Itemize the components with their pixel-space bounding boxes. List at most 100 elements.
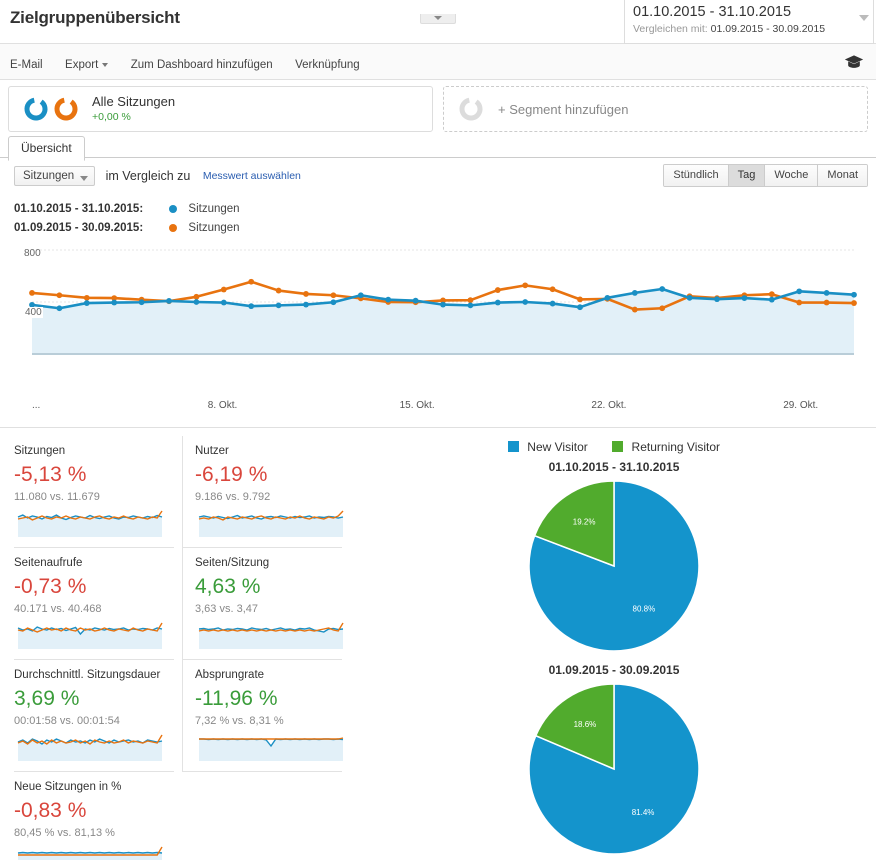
main-chart-svg <box>29 249 857 355</box>
metric-card-value: -0,83 % <box>14 799 87 822</box>
metric-card-comparison: 7,32 % vs. 8,31 % <box>195 715 284 727</box>
pie-title-current: 01.10.2015 - 31.10.2015 <box>548 460 680 474</box>
svg-text:81.4%: 81.4% <box>632 808 655 817</box>
graduation-cap-icon[interactable] <box>844 54 864 70</box>
metric-card-comparison: 80,45 % vs. 81,13 % <box>14 827 115 839</box>
legend-swatch-blue <box>507 441 519 452</box>
x-axis-tick-label: 22. Okt. <box>591 400 627 411</box>
legend-row-current: 01.10.2015 - 31.10.2015: Sitzungen <box>14 200 876 219</box>
metric-card-comparison: 40.171 vs. 40.468 <box>14 603 102 615</box>
pie-chart-current[interactable]: 80.8% 19.2% <box>352 476 876 661</box>
segment-all-sessions[interactable]: Alle Sitzungen +0,00 % <box>8 86 433 132</box>
section-divider <box>0 427 876 428</box>
metric-sparkline <box>17 622 163 649</box>
metric-sparkline <box>17 734 163 761</box>
metric-card[interactable]: Seitenaufrufe -0,73 % 40.171 vs. 40.468 <box>14 548 182 660</box>
select-metric-link[interactable]: Messwert auswählen <box>203 170 301 182</box>
segment-text: Alle Sitzungen +0,00 % <box>92 94 175 124</box>
action-toolbar: E-Mail Export Zum Dashboard hinzufügen V… <box>0 44 876 80</box>
legend-row-previous: 01.09.2015 - 30.09.2015: Sitzungen <box>14 219 876 238</box>
metric-card[interactable]: Neue Sitzungen in % -0,83 % 80,45 % vs. 81… <box>14 772 182 860</box>
shortcut-button[interactable]: Verknüpfung <box>295 59 360 71</box>
granularity-week[interactable]: Woche <box>765 165 819 186</box>
metric-card-title: Durchschnittl. Sitzungsdauer <box>14 669 161 681</box>
date-range-primary: 01.10.2015 - 31.10.2015 <box>633 4 792 20</box>
x-axis-tick-label: 15. Okt. <box>399 400 435 411</box>
svg-text:19.2%: 19.2% <box>573 518 596 527</box>
add-segment-button[interactable]: + Segment hinzufügen <box>443 86 868 132</box>
legend-metric-previous: Sitzungen <box>188 222 240 234</box>
legend-dot-blue <box>169 204 178 213</box>
metric-select[interactable]: Sitzungen <box>14 166 96 186</box>
metric-card[interactable]: Sitzungen -5,13 % 11.080 vs. 11.679 <box>14 436 182 548</box>
metric-card-value: -0,73 % <box>14 575 87 598</box>
main-line-chart[interactable]: 800 400 <box>10 244 866 399</box>
pie-legend-returning-visitor: Returning Visitor <box>612 440 720 454</box>
page-title: Zielgruppenübersicht <box>10 8 180 27</box>
donut-orange-icon <box>54 97 78 121</box>
segment-donut-icons <box>23 96 79 122</box>
x-axis-tick-label: ... <box>32 400 41 411</box>
visitor-type-column: New Visitor Returning Visitor 01.10.2015… <box>352 436 876 860</box>
segment-name: Alle Sitzungen <box>92 94 176 109</box>
metric-card[interactable]: Durchschnittl. Sitzungsdauer 3,69 % 00:01:… <box>14 660 182 772</box>
granularity-day[interactable]: Tag <box>728 165 766 186</box>
metric-card-title: Seiten/Sitzung <box>195 557 270 569</box>
segment-percentage: +0,00 % <box>92 111 131 123</box>
metric-card-comparison: 9.186 vs. 9.792 <box>195 491 271 503</box>
granularity-button-group: Stündlich Tag Woche Monat <box>663 164 868 187</box>
pie-svg-current: 80.8% 19.2% <box>528 480 700 652</box>
chevron-down-icon <box>102 62 109 67</box>
y-axis-label-400: 400 <box>24 307 43 318</box>
date-range-comparison-prefix: Vergleichen mit: <box>633 23 708 35</box>
metric-card-title: Neue Sitzungen in % <box>14 781 122 793</box>
add-to-dashboard-button[interactable]: Zum Dashboard hinzufügen <box>131 59 273 71</box>
chart-controls: Sitzungen im Vergleich zu Messwert auswä… <box>0 158 876 196</box>
metric-card-comparison: 3,63 vs. 3,47 <box>195 603 258 615</box>
add-segment-label: + Segment hinzufügen <box>498 101 629 117</box>
pie-legend-new-visitor: New Visitor <box>507 440 588 454</box>
pie-svg-previous: 81.4% 18.6% <box>528 683 700 855</box>
legend-swatch-green <box>612 441 624 452</box>
metric-sparkline <box>17 510 163 537</box>
donut-placeholder-icon <box>459 97 483 121</box>
date-range-selector[interactable]: 01.10.2015 - 31.10.2015 Vergleichen mit:… <box>624 0 874 44</box>
pie-legend-label-returning: Returning Visitor <box>631 440 721 454</box>
granularity-hourly[interactable]: Stündlich <box>664 165 729 186</box>
metric-card-title: Absprungrate <box>195 669 265 681</box>
chevron-down-icon[interactable] <box>859 15 869 21</box>
metric-card-value: -11,96 % <box>195 687 278 710</box>
email-button[interactable]: E-Mail <box>10 59 43 71</box>
legend-date-current: 01.10.2015 - 31.10.2015: <box>14 203 144 215</box>
export-label: Export <box>65 59 99 71</box>
metric-card-title: Sitzungen <box>14 445 66 457</box>
metric-card-grid: Sitzungen -5,13 % 11.080 vs. 11.679 Nutzer -… <box>14 436 352 860</box>
svg-text:18.6%: 18.6% <box>574 720 597 729</box>
segment-bar: Alle Sitzungen +0,00 % + Segment hinzufü… <box>0 80 876 134</box>
y-axis-label-800: 800 <box>24 248 41 259</box>
chart-collapse-handle[interactable] <box>420 14 456 24</box>
metric-card[interactable]: Nutzer -6,19 % 9.186 vs. 9.792 <box>182 436 350 548</box>
metric-sparkline <box>199 737 344 761</box>
tab-bar: Übersicht <box>0 134 876 161</box>
export-button[interactable]: Export <box>65 59 109 71</box>
toolbar-links: E-Mail Export Zum Dashboard hinzufügen V… <box>10 55 378 73</box>
metric-card-value: 4,63 % <box>195 575 261 598</box>
pie-title-previous: 01.09.2015 - 30.09.2015 <box>548 663 680 677</box>
analytics-audience-overview-page: Zielgruppenübersicht 01.10.2015 - 31.10.… <box>0 0 876 860</box>
x-axis-tick-label: 8. Okt. <box>207 400 238 411</box>
metric-card[interactable]: Absprungrate -11,96 % 7,32 % vs. 8,31 % <box>182 660 350 772</box>
metric-card-comparison: 11.080 vs. 11.679 <box>14 491 100 503</box>
metric-card-value: -5,13 % <box>14 463 87 486</box>
metric-sparkline <box>17 846 163 860</box>
pie-chart-previous[interactable]: 81.4% 18.6% <box>352 679 876 860</box>
x-axis-labels: ... 8. Okt. 15. Okt. 22. Okt. 29. Okt. <box>10 399 866 415</box>
chart-legend: 01.10.2015 - 31.10.2015: Sitzungen 01.09… <box>0 196 876 240</box>
legend-dot-orange <box>169 223 178 232</box>
donut-blue-icon <box>24 97 48 121</box>
date-range-comparison: Vergleichen mit: 01.09.2015 - 30.09.2015 <box>633 22 865 37</box>
legend-metric-current: Sitzungen <box>188 203 240 215</box>
granularity-month[interactable]: Monat <box>818 165 867 186</box>
bottom-section: Sitzungen -5,13 % 11.080 vs. 11.679 Nutzer -… <box>0 436 876 860</box>
metric-card[interactable]: Seiten/Sitzung 4,63 % 3,63 vs. 3,47 <box>182 548 350 660</box>
